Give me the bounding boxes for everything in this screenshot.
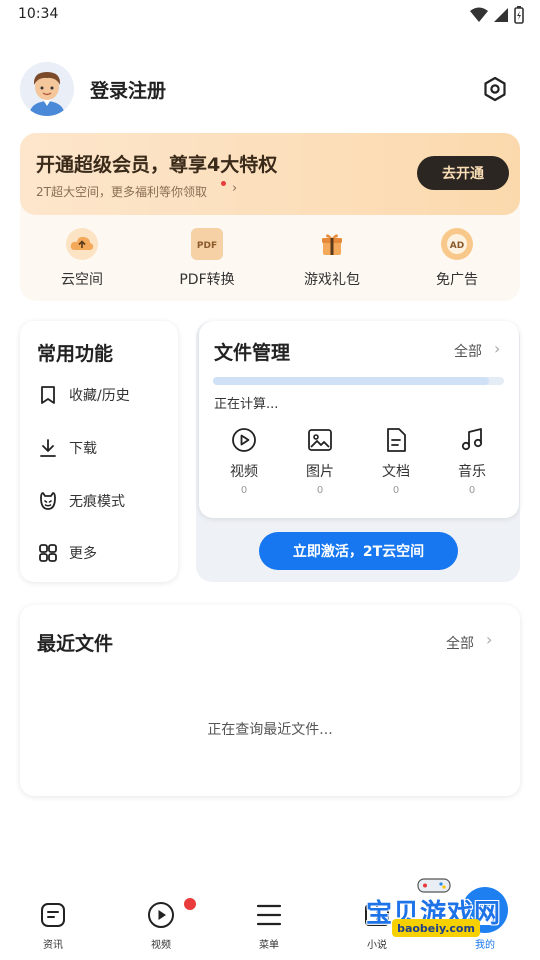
ad-free-icon: AD [441, 228, 473, 260]
fn-label: 下载 [69, 441, 97, 457]
pdf-icon: PDF [191, 228, 223, 260]
settings-hexagon-icon [484, 76, 506, 102]
grid-more-icon [39, 544, 57, 562]
cloud-upload-icon [66, 228, 98, 260]
status-bar: 10:34 [0, 0, 540, 32]
battery-icon [514, 6, 524, 24]
file-management-title: 文件管理 [214, 342, 291, 364]
fn-more[interactable]: 更多 [37, 542, 97, 564]
activate-cloud-button[interactable]: 立即激活，2T云空间 [259, 532, 458, 570]
file-type-label: 音乐 [458, 464, 486, 480]
fn-label: 更多 [69, 546, 97, 562]
svg-text:PDF: PDF [197, 241, 217, 251]
vip-subtitle: 2T超大空间，更多福利等你领取 [36, 185, 207, 199]
watermark-url: baobeiy.com [392, 919, 480, 937]
file-type-label: 文档 [382, 464, 410, 480]
nav-label: 视频 [151, 940, 171, 951]
file-type-document[interactable]: 文档 0 [366, 426, 426, 496]
file-type-count: 0 [316, 485, 324, 496]
notification-badge [184, 898, 196, 910]
file-all-link[interactable]: 全部 [454, 341, 482, 361]
svg-text:AD: AD [450, 241, 464, 251]
recent-files-title: 最近文件 [37, 633, 114, 655]
nav-label: 资讯 [43, 940, 63, 951]
file-type-image[interactable]: 图片 0 [290, 426, 350, 496]
fn-incognito[interactable]: 无痕模式 [37, 490, 125, 512]
file-type-label: 图片 [306, 464, 334, 480]
benefit-ad-free[interactable]: AD 免广告 [402, 228, 512, 289]
nav-label: 小说 [367, 940, 387, 951]
file-type-video[interactable]: 视频 0 [214, 426, 274, 496]
chevron-right-icon: › [232, 181, 238, 196]
fn-label: 收藏/历史 [69, 388, 130, 404]
notification-dot [221, 181, 226, 186]
wifi-icon [470, 7, 488, 22]
video-icon [232, 428, 256, 452]
benefit-pdf-convert[interactable]: PDF PDF转换 [152, 228, 262, 289]
benefit-label: 云空间 [61, 272, 103, 288]
file-type-label: 视频 [230, 464, 258, 480]
nav-label: 菜单 [259, 940, 279, 951]
fn-label: 无痕模式 [69, 494, 125, 510]
fn-bookmark-history[interactable]: 收藏/历史 [37, 384, 130, 406]
benefit-label: PDF转换 [179, 272, 235, 288]
file-type-music[interactable]: 音乐 0 [442, 426, 502, 496]
download-icon [40, 439, 56, 457]
gift-icon [316, 228, 348, 260]
document-icon [387, 428, 406, 452]
chevron-right-icon[interactable]: › [486, 630, 492, 649]
nav-label: 我的 [475, 940, 495, 951]
vip-open-button[interactable]: 去开通 [417, 156, 509, 190]
image-icon [308, 429, 332, 451]
file-type-count: 0 [468, 485, 476, 496]
benefit-label: 免广告 [436, 272, 478, 288]
avatar[interactable] [20, 62, 74, 116]
file-type-count: 0 [392, 485, 400, 496]
storage-progress-fill [213, 377, 490, 385]
bookmark-icon [41, 386, 55, 404]
vip-title: 开通超级会员，尊享4大特权 [36, 154, 278, 176]
benefit-cloud-space[interactable]: 云空间 [27, 228, 137, 289]
nav-news[interactable]: 资讯 [13, 900, 93, 951]
chevron-right-icon[interactable]: › [494, 339, 500, 358]
recent-files-status: 正在查询最近文件... [207, 722, 333, 738]
storage-status: 正在计算... [214, 397, 279, 412]
file-type-count: 0 [240, 485, 248, 496]
status-time: 10:34 [18, 6, 59, 22]
news-icon [41, 903, 65, 927]
play-icon [148, 902, 174, 928]
menu-icon [256, 904, 282, 926]
recent-all-link[interactable]: 全部 [446, 633, 474, 653]
fn-download[interactable]: 下载 [37, 437, 97, 459]
login-register-link[interactable]: 登录注册 [90, 76, 166, 103]
nav-menu[interactable]: 菜单 [229, 900, 309, 951]
settings-button[interactable] [480, 74, 510, 104]
common-functions-title: 常用功能 [37, 343, 114, 365]
music-icon [461, 428, 483, 451]
gamepad-icon [416, 876, 452, 894]
benefit-label: 游戏礼包 [304, 272, 360, 288]
avatar-face-icon [20, 62, 74, 116]
benefit-game-gift[interactable]: 游戏礼包 [277, 228, 387, 289]
status-icons [470, 6, 524, 24]
incognito-icon [40, 492, 56, 510]
signal-icon [494, 8, 508, 22]
